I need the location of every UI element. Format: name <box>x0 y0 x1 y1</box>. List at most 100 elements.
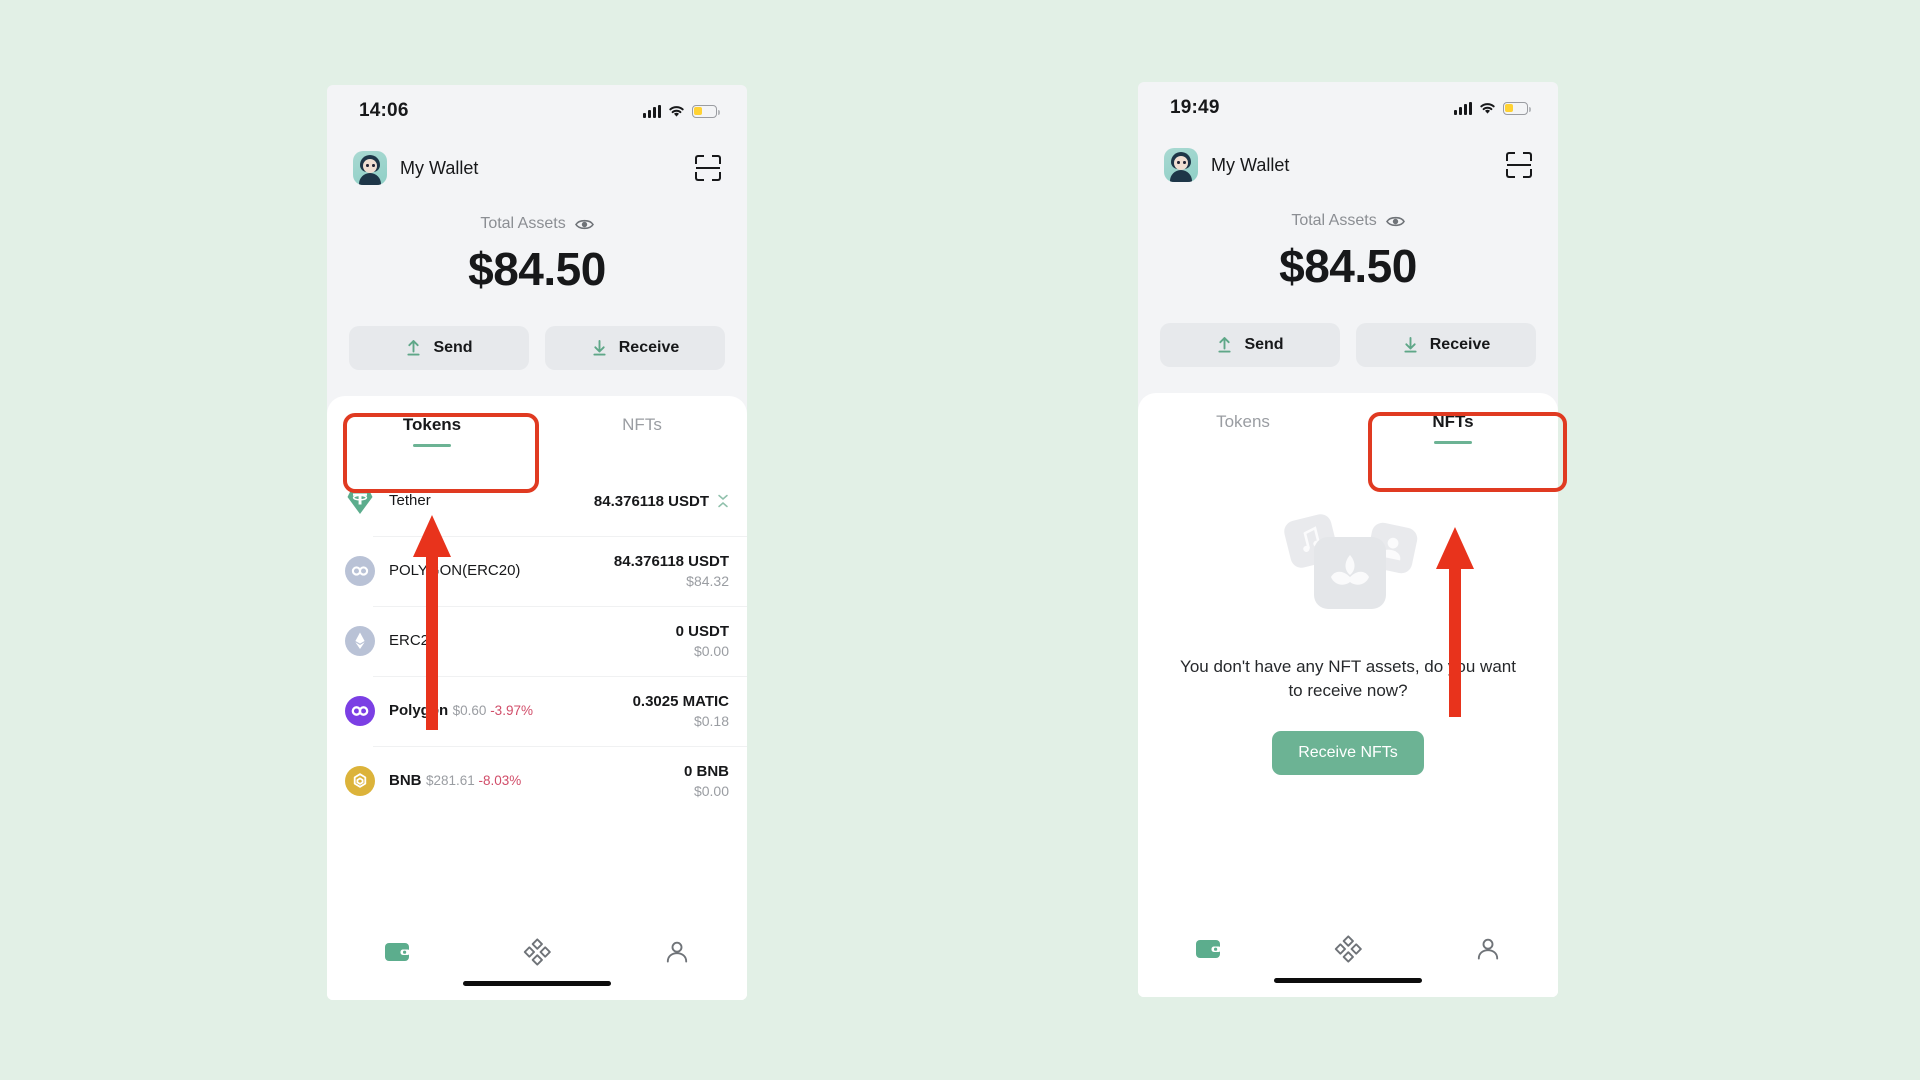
token-usd-value: $84.32 <box>686 573 729 589</box>
token-info: Polygon $0.60 -3.97% <box>389 702 619 720</box>
nav-apps[interactable] <box>1320 929 1376 969</box>
nft-empty-state: You don't have any NFT assets, do you wa… <box>1138 463 1558 776</box>
battery-low-icon <box>692 104 720 118</box>
status-indicators <box>1454 101 1531 115</box>
token-usd-value: $0.00 <box>693 783 729 799</box>
action-buttons: Send Receive <box>1138 293 1558 393</box>
token-amount: 0.3025 MATIC <box>632 693 729 710</box>
send-button[interactable]: Send <box>1160 323 1340 367</box>
wifi-icon <box>669 105 684 117</box>
token-info: Tether <box>389 492 580 510</box>
tab-nfts[interactable]: NFTs <box>537 396 747 466</box>
token-price: $0.60 <box>452 703 487 718</box>
tab-tokens[interactable]: Tokens <box>327 396 537 466</box>
nav-apps[interactable] <box>509 932 565 972</box>
profile-person-icon <box>1477 938 1499 960</box>
table-row[interactable]: Polygon $0.60 -3.97% 0.3025 MATIC $0.18 <box>327 676 747 746</box>
cellular-signal-icon <box>1454 101 1472 115</box>
polygon-icon <box>345 696 375 726</box>
tab-active-underline <box>1434 441 1472 444</box>
token-change: -3.97% <box>490 703 533 718</box>
token-name: Tether <box>389 492 431 509</box>
assets-sheet: Tokens NFTs <box>327 396 747 1000</box>
receive-button-label: Receive <box>1429 336 1491 353</box>
tab-tokens[interactable]: Tokens <box>1138 393 1348 463</box>
nav-profile[interactable] <box>1460 929 1516 969</box>
tether-icon <box>345 486 375 516</box>
tab-nfts-label: NFTs <box>622 415 662 434</box>
token-values: 0 USDT $0.00 <box>676 623 729 659</box>
token-price: $281.61 <box>425 773 475 788</box>
table-row[interactable]: BNB $281.61 -8.03% 0 BNB $0.00 <box>327 746 747 816</box>
wallet-header: My Wallet <box>327 137 747 199</box>
token-usd-value: $0.00 <box>693 643 729 659</box>
token-name: POLYGON(ERC20) <box>389 562 521 579</box>
tab-inactive-underline <box>1224 441 1262 444</box>
table-row[interactable]: POLYGON(ERC20) 84.376118 USDT $84.32 <box>327 536 747 606</box>
wallet-identity[interactable]: My Wallet <box>353 151 478 185</box>
nft-empty-message: You don't have any NFT assets, do you wa… <box>1180 657 1516 701</box>
total-assets-amount: $84.50 <box>468 243 606 295</box>
table-row[interactable]: ERC20 0 USDT $0.00 <box>327 606 747 676</box>
status-bar: 14:06 <box>327 85 747 137</box>
cellular-signal-icon <box>643 104 661 118</box>
receive-button[interactable]: Receive <box>545 326 725 370</box>
send-button[interactable]: Send <box>349 326 529 370</box>
token-info: ERC20 <box>389 632 662 650</box>
ethereum-erc20-icon <box>345 626 375 656</box>
action-buttons: Send Receive <box>327 296 747 396</box>
assets-sheet: Tokens NFTs <box>1138 393 1558 997</box>
balance-section: Total Assets $84.50 <box>327 199 747 296</box>
token-amount: 0 USDT <box>675 623 729 640</box>
nft-placeholder-cards-icon <box>1273 511 1423 625</box>
bnb-icon <box>345 766 375 796</box>
arrow-up-send-icon <box>407 340 420 356</box>
arrow-up-send-icon <box>1218 337 1231 353</box>
send-button-label: Send <box>433 339 473 356</box>
nav-profile[interactable] <box>649 932 705 972</box>
polygon-erc20-icon <box>345 556 375 586</box>
scan-qr-icon[interactable] <box>1506 152 1532 178</box>
status-indicators <box>643 104 720 118</box>
receive-nfts-button[interactable]: Receive NFTs <box>1272 731 1424 776</box>
token-values: 0 BNB $0.00 <box>684 763 729 799</box>
eye-visible-icon[interactable] <box>574 218 594 231</box>
token-amount: 84.376118 USDT <box>593 492 709 510</box>
wallet-header: My Wallet <box>1138 134 1558 196</box>
status-time: 14:06 <box>359 100 409 121</box>
total-assets-label: Total Assets <box>1291 212 1377 229</box>
wallet-avatar-icon <box>353 151 387 185</box>
nft-image-card-icon <box>1314 537 1386 609</box>
total-assets-row: Total Assets <box>1138 212 1558 230</box>
wifi-icon <box>1480 102 1495 114</box>
wallet-icon <box>1196 940 1221 958</box>
wallet-icon <box>385 943 410 961</box>
total-assets-row: Total Assets <box>327 215 747 233</box>
token-info: POLYGON(ERC20) <box>389 562 600 580</box>
token-amount: 0 BNB <box>683 763 729 780</box>
wallet-identity[interactable]: My Wallet <box>1164 148 1289 182</box>
eye-visible-icon[interactable] <box>1385 215 1405 228</box>
nav-wallet[interactable] <box>1180 929 1236 969</box>
receive-button[interactable]: Receive <box>1356 323 1536 367</box>
wallet-name-label: My Wallet <box>1211 154 1290 175</box>
phone-nfts-screen: 19:49 My Wallet Total Assets $84.50 Send… <box>1138 82 1558 997</box>
home-indicator <box>1274 978 1422 983</box>
chevron-collapse-icon[interactable] <box>717 494 729 508</box>
balance-section: Total Assets $84.50 <box>1138 196 1558 293</box>
bottom-navigation <box>1138 915 1558 997</box>
bottom-navigation <box>327 918 747 1000</box>
asset-tabs: Tokens NFTs <box>327 396 747 466</box>
token-amount: 84.376118 USDT <box>613 553 729 570</box>
nav-wallet[interactable] <box>369 932 425 972</box>
wallet-avatar-icon <box>1164 148 1198 182</box>
profile-person-icon <box>666 941 688 963</box>
token-name: BNB <box>389 772 422 789</box>
tab-nfts[interactable]: NFTs <box>1348 393 1558 463</box>
wallet-name-label: My Wallet <box>400 157 479 178</box>
table-row[interactable]: Tether 84.376118 USDT <box>327 466 747 536</box>
scan-qr-icon[interactable] <box>695 155 721 181</box>
token-change: -8.03% <box>478 773 522 788</box>
arrow-down-receive-icon <box>593 340 606 356</box>
token-values: 0.3025 MATIC $0.18 <box>633 693 729 729</box>
